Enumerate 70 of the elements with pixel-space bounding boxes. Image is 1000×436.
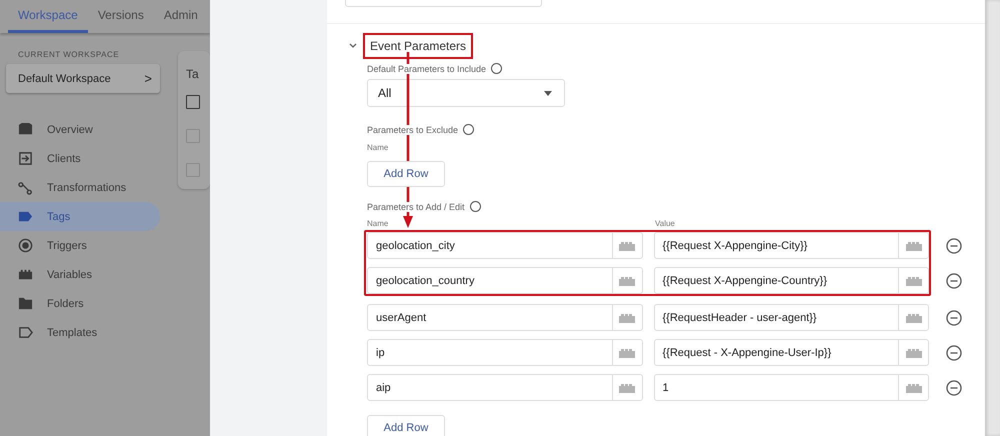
- workspace-button[interactable]: Default Workspace >: [6, 64, 160, 93]
- nav-label: Triggers: [47, 240, 87, 252]
- variable-icon[interactable]: [619, 348, 635, 358]
- variable-icon[interactable]: [619, 382, 635, 392]
- folder-icon: [18, 296, 33, 311]
- select-field[interactable]: All: [367, 79, 565, 107]
- remove-icon[interactable]: [946, 238, 962, 254]
- dropdown-arrow-icon: [544, 90, 552, 96]
- text-field[interactable]: {{RequestHeader - user-agent}}: [654, 304, 929, 331]
- nav-label: Transformations: [47, 182, 126, 194]
- target-icon: [18, 238, 33, 253]
- blocks-icon: [18, 267, 33, 282]
- nav-label: Clients: [47, 152, 81, 164]
- checkbox[interactable]: [186, 163, 200, 177]
- remove-icon[interactable]: [946, 310, 962, 326]
- nav-item[interactable]: Transformations: [0, 173, 160, 202]
- add-row-button[interactable]: Add Row: [367, 415, 445, 436]
- section-label: CURRENT WORKSPACE: [18, 50, 120, 59]
- variable-icon[interactable]: [906, 382, 922, 392]
- sign-in-icon: [18, 151, 33, 166]
- variable-icon[interactable]: [619, 276, 635, 286]
- nav-item[interactable]: Templates: [0, 318, 160, 347]
- text-field[interactable]: 1: [654, 374, 929, 401]
- remove-icon[interactable]: [946, 344, 962, 360]
- remove-icon[interactable]: [946, 272, 962, 288]
- column-header: Value: [655, 219, 675, 228]
- variable-icon[interactable]: [619, 312, 635, 322]
- remove-icon[interactable]: [946, 380, 962, 396]
- text-field[interactable]: geolocation_country: [367, 267, 642, 294]
- text-field[interactable]: {{Request - X-Appengine-User-Ip}}: [654, 339, 929, 366]
- nav-item[interactable]: Folders: [0, 289, 160, 318]
- text-field[interactable]: {{Request X-Appengine-Country}}: [654, 267, 929, 294]
- nav-label: Templates: [47, 326, 98, 338]
- nav-label: Overview: [47, 124, 93, 136]
- route-icon: [18, 180, 33, 195]
- nav-item[interactable]: Overview: [0, 115, 160, 144]
- nav-item[interactable]: Clients: [0, 144, 160, 173]
- help-icon[interactable]: [470, 201, 481, 212]
- section-title: Event Parameters: [363, 33, 474, 59]
- text-field[interactable]: {{Request X-Appengine-City}}: [654, 232, 929, 259]
- nav-label: Variables: [47, 268, 92, 280]
- help-icon[interactable]: [463, 124, 474, 135]
- nav-item[interactable]: Triggers: [0, 231, 160, 260]
- card-title: Ta: [186, 67, 200, 81]
- variable-icon[interactable]: [906, 240, 922, 250]
- column-header: Name: [367, 219, 390, 228]
- chevron-icon: >: [144, 71, 152, 86]
- variable-icon[interactable]: [906, 348, 922, 358]
- field-label: Parameters to Add / Edit: [367, 202, 465, 212]
- column-header: Name: [367, 143, 390, 152]
- briefcase-icon: [18, 122, 33, 137]
- checkbox[interactable]: [186, 95, 200, 109]
- field-label: Parameters to Exclude: [367, 124, 458, 134]
- nav-label: Folders: [47, 298, 84, 310]
- field-label: Default Parameters to Include: [367, 64, 486, 74]
- workspace-name: Default Workspace: [18, 72, 111, 84]
- text-field[interactable]: aip: [367, 374, 642, 401]
- help-icon[interactable]: [491, 63, 502, 74]
- text-field[interactable]: userAgent: [367, 304, 642, 331]
- tag-icon: [18, 209, 33, 224]
- nav-label: Tags: [47, 210, 70, 222]
- text-field[interactable]: ip: [367, 339, 642, 366]
- add-row-button[interactable]: Add Row: [367, 161, 445, 187]
- variable-icon[interactable]: [906, 276, 922, 286]
- checkbox[interactable]: [186, 129, 200, 143]
- tag-outline-icon: [18, 325, 33, 340]
- text-field[interactable]: geolocation_city: [367, 232, 642, 259]
- nav-item[interactable]: Variables: [0, 260, 160, 289]
- variable-icon[interactable]: [619, 240, 635, 250]
- variable-icon[interactable]: [906, 312, 922, 322]
